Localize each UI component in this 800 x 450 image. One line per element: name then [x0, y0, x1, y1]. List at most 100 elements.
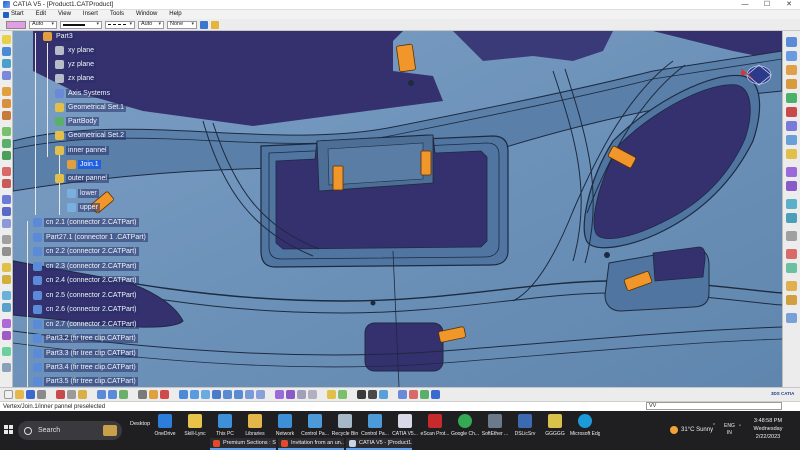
tree-node-axis-systems[interactable]: Axis Systems: [55, 89, 113, 98]
layer-combo[interactable]: None ▾: [167, 20, 197, 29]
extract-icon[interactable]: [2, 235, 11, 244]
formula-fx-icon[interactable]: [138, 390, 147, 399]
undo-icon[interactable]: [97, 390, 106, 399]
taskbar-search[interactable]: Search: [18, 421, 122, 440]
wifi-icon[interactable]: ◔: [738, 423, 741, 429]
catalog-browser-icon[interactable]: [357, 390, 366, 399]
menu-insert[interactable]: Insert: [77, 10, 104, 19]
taskbar-clock[interactable]: 3:48:58 PM Wednesday 2/22/2023: [748, 417, 788, 441]
menu-edit[interactable]: Edit: [30, 10, 52, 19]
shading-edges-icon[interactable]: [286, 390, 295, 399]
tray-chevron-up-icon[interactable]: ⌃: [712, 423, 716, 429]
tree-node-part3[interactable]: Part3: [43, 32, 75, 41]
chamfer-icon[interactable]: [2, 179, 11, 188]
desktop-icon-onedrive[interactable]: OneDrive: [150, 414, 180, 437]
tree-node-part3-3[interactable]: Part3.3 (fir tree clip.CATPart): [33, 349, 138, 358]
normal-view-icon[interactable]: [245, 390, 254, 399]
tree-node-upper[interactable]: upper: [67, 203, 100, 212]
measure-between-icon[interactable]: [786, 281, 797, 291]
fit-all-icon[interactable]: [190, 390, 199, 399]
multi-view-icon[interactable]: [338, 390, 347, 399]
rotate-icon[interactable]: [2, 207, 11, 216]
scene-icon[interactable]: [786, 213, 797, 223]
desktop-icon-control-panel[interactable]: Control Pa...: [300, 414, 330, 437]
catalog-icon[interactable]: [2, 347, 11, 356]
update-icon[interactable]: [786, 199, 797, 209]
menu-window[interactable]: Window: [130, 10, 163, 19]
manipulate-icon[interactable]: [786, 121, 797, 131]
tree-node-cn-2-7[interactable]: cn 2.7 (connector 2.CATPart): [33, 320, 139, 329]
tree-node-xy-plane[interactable]: xy plane: [55, 46, 97, 55]
draft-analysis-icon[interactable]: [420, 390, 429, 399]
knowledge-icon[interactable]: [2, 319, 11, 328]
tree-node-cn-2-5[interactable]: cn 2.5 (connector 2.CATPart): [33, 291, 139, 300]
taskbar-task-catia[interactable]: CATIA V5 - [Product1...: [346, 438, 412, 450]
pattern-icon[interactable]: [786, 313, 797, 323]
tree-node-cn-2-2[interactable]: cn 2.2 (connector 2.CATPart): [33, 247, 139, 256]
tree-node-inner-pannel[interactable]: inner pannel: [55, 146, 109, 155]
transparency-combo[interactable]: Auto ▾: [29, 20, 57, 29]
new-file-icon[interactable]: [4, 390, 13, 399]
desktop-icon-libraries[interactable]: Libraries: [240, 414, 270, 437]
zoom-in-icon[interactable]: [223, 390, 232, 399]
color-swatch[interactable]: [6, 20, 26, 29]
snap-icon[interactable]: [786, 135, 797, 145]
windows-start-button[interactable]: [4, 425, 14, 435]
tree-node-cn-2-3[interactable]: cn 2.3 (connector 2.CATPart): [33, 262, 139, 271]
line-icon[interactable]: [2, 59, 11, 68]
grid-icon[interactable]: [431, 390, 440, 399]
pan-icon[interactable]: [201, 390, 210, 399]
update-all-icon[interactable]: [119, 390, 128, 399]
translate-icon[interactable]: [2, 195, 11, 204]
knowledge-tools-icon[interactable]: [149, 390, 158, 399]
desktop-icon-control-panel-2[interactable]: Control Pa...: [360, 414, 390, 437]
fix-icon[interactable]: [786, 107, 797, 117]
cut-icon[interactable]: [56, 390, 65, 399]
hide-show-icon[interactable]: [297, 390, 306, 399]
desktop-icon-dslicsrv[interactable]: DSLicSrv: [510, 414, 540, 437]
menu-help[interactable]: Help: [163, 10, 187, 19]
trim-icon[interactable]: [2, 151, 11, 160]
desktop-icon-softether[interactable]: SoftEther ...: [480, 414, 510, 437]
swap-visible-space-icon[interactable]: [308, 390, 317, 399]
desktop-icon-recycle-bin[interactable]: Recycle Bin: [330, 414, 360, 437]
menu-start[interactable]: Start: [9, 10, 30, 19]
tree-node-cn-2-1[interactable]: cn 2.1 (connector 2.CATPart): [33, 218, 139, 227]
flange-icon[interactable]: [2, 303, 11, 312]
boundary-icon[interactable]: [2, 247, 11, 256]
plane-icon[interactable]: [2, 71, 11, 80]
measure-item-icon[interactable]: [786, 295, 797, 305]
product-icon[interactable]: [786, 37, 797, 47]
tree-node-part3-5[interactable]: Part3.5 (fir tree clip.CATPart): [33, 377, 138, 386]
split-icon[interactable]: [2, 139, 11, 148]
taskbar-task-invitation[interactable]: Invitation from an un...: [278, 438, 344, 450]
web-icon[interactable]: [368, 390, 377, 399]
minimize-button[interactable]: —: [734, 0, 756, 10]
menu-view[interactable]: View: [52, 10, 77, 19]
shading-icon[interactable]: [275, 390, 284, 399]
sketcher-icon[interactable]: [2, 35, 11, 44]
line-weight-combo[interactable]: Auto ▾: [138, 20, 164, 29]
line-thickness-combo[interactable]: ▾: [60, 20, 102, 29]
open-file-icon[interactable]: [15, 390, 24, 399]
fly-mode-icon[interactable]: [179, 390, 188, 399]
point-icon[interactable]: [2, 47, 11, 56]
existing-component-icon[interactable]: [786, 51, 797, 61]
command-input[interactable]: VV: [646, 402, 782, 410]
tree-node-lower[interactable]: lower: [67, 189, 99, 198]
desktop-icon-network[interactable]: Network: [270, 414, 300, 437]
sweep-icon[interactable]: [2, 111, 11, 120]
paste-icon[interactable]: [78, 390, 87, 399]
desktop-icon-skill-lync[interactable]: Skill-Lync: [180, 414, 210, 437]
constraint-icon[interactable]: [786, 93, 797, 103]
tree-node-partbody[interactable]: PartBody: [55, 117, 99, 126]
tools-palette-icon[interactable]: [379, 390, 388, 399]
sectioning-icon[interactable]: [786, 181, 797, 191]
tree-node-zx-plane[interactable]: zx plane: [55, 74, 97, 83]
new-part-icon[interactable]: [786, 65, 797, 75]
tree-node-geometrical-set-2[interactable]: Geometrical Set.2: [55, 131, 127, 140]
fillet-icon[interactable]: [2, 167, 11, 176]
desktop-icon-google-chrome[interactable]: Google Ch...: [450, 414, 480, 437]
desktop-icon-ggggg[interactable]: GGGGG: [540, 414, 570, 437]
formula-icon[interactable]: [2, 331, 11, 340]
